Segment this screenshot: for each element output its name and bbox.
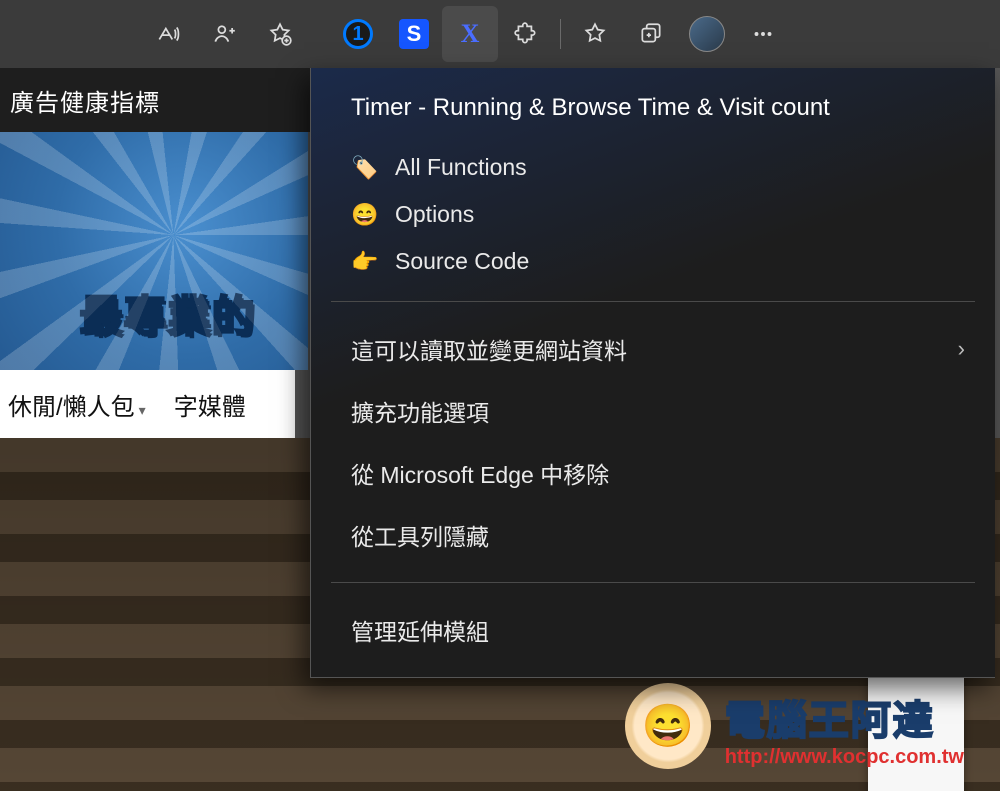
more-button[interactable] bbox=[735, 6, 791, 62]
toolbar-divider bbox=[560, 19, 561, 49]
site-secondary-bar: 廣告健康指標 bbox=[0, 68, 310, 132]
extension-context-menu: Timer - Running & Browse Time & Visit co… bbox=[310, 68, 995, 678]
menu-title: Timer - Running & Browse Time & Visit co… bbox=[311, 90, 995, 144]
chevron-down-icon: ▾ bbox=[139, 402, 146, 418]
point-icon: 👉 bbox=[351, 249, 379, 275]
site-watermark: 😄 電腦王阿達 http://www.kocpc.com.tw bbox=[625, 683, 964, 769]
star-icon bbox=[582, 21, 608, 47]
menu-separator bbox=[331, 582, 975, 583]
site-tab-label[interactable]: 廣告健康指標 bbox=[10, 83, 160, 118]
puzzle-icon bbox=[513, 21, 539, 47]
site-nav: 休閒/懶人包▾ 字媒體 bbox=[0, 370, 295, 438]
profile-avatar[interactable] bbox=[679, 6, 735, 62]
menu-item-extension-options[interactable]: 擴充功能選項 bbox=[311, 380, 995, 442]
browser-toolbar: 1 S X bbox=[0, 0, 1000, 68]
menu-item-label: 從工具列隱藏 bbox=[351, 518, 489, 552]
menu-item-label: 這可以讀取並變更網站資料 bbox=[351, 332, 627, 366]
s-extension-icon: S bbox=[399, 19, 429, 49]
read-aloud-button[interactable] bbox=[140, 6, 196, 62]
smile-icon: 😄 bbox=[351, 202, 379, 228]
extension-s[interactable]: S bbox=[386, 6, 442, 62]
menu-link-all-functions[interactable]: 🏷️ All Functions bbox=[311, 144, 995, 191]
timer-icon: X bbox=[454, 18, 486, 50]
menu-item-hide-from-toolbar[interactable]: 從工具列隱藏 bbox=[311, 504, 995, 566]
hero-tagline: 最專業的 bbox=[80, 283, 256, 344]
avatar-icon bbox=[689, 16, 725, 52]
menu-link-label: All Functions bbox=[395, 154, 527, 181]
menu-link-source-code[interactable]: 👉 Source Code bbox=[311, 238, 995, 285]
nav-item-media[interactable]: 字媒體 bbox=[174, 387, 246, 422]
collections-icon bbox=[638, 21, 664, 47]
mascot-icon: 😄 bbox=[625, 683, 711, 769]
menu-item-label: 從 Microsoft Edge 中移除 bbox=[351, 456, 609, 490]
menu-link-options[interactable]: 😄 Options bbox=[311, 191, 995, 238]
menu-separator bbox=[331, 301, 975, 302]
menu-item-manage-extensions[interactable]: 管理延伸模組 bbox=[311, 599, 995, 661]
menu-item-label: 管理延伸模組 bbox=[351, 613, 489, 647]
menu-item-remove-from-edge[interactable]: 從 Microsoft Edge 中移除 bbox=[311, 442, 995, 504]
site-hero: 最專業的 bbox=[0, 132, 308, 370]
more-icon bbox=[750, 21, 776, 47]
chevron-right-icon: › bbox=[958, 336, 965, 362]
extension-timer[interactable]: X bbox=[442, 6, 498, 62]
menu-item-read-change-data[interactable]: 這可以讀取並變更網站資料 › bbox=[311, 318, 995, 380]
profile-add-button[interactable] bbox=[196, 6, 252, 62]
menu-item-label: 擴充功能選項 bbox=[351, 394, 489, 428]
watermark-title: 電腦王阿達 bbox=[725, 688, 964, 746]
add-favorite-button[interactable] bbox=[252, 6, 308, 62]
watermark-url: http://www.kocpc.com.tw bbox=[725, 746, 964, 769]
menu-link-label: Source Code bbox=[395, 248, 529, 275]
tag-icon: 🏷️ bbox=[351, 155, 379, 181]
collections-button[interactable] bbox=[623, 6, 679, 62]
menu-link-label: Options bbox=[395, 201, 474, 228]
extension-1password[interactable]: 1 bbox=[330, 6, 386, 62]
favorites-button[interactable] bbox=[567, 6, 623, 62]
extensions-button[interactable] bbox=[498, 6, 554, 62]
onepassword-icon: 1 bbox=[343, 19, 373, 49]
nav-item-leisure[interactable]: 休閒/懶人包▾ bbox=[8, 387, 146, 422]
